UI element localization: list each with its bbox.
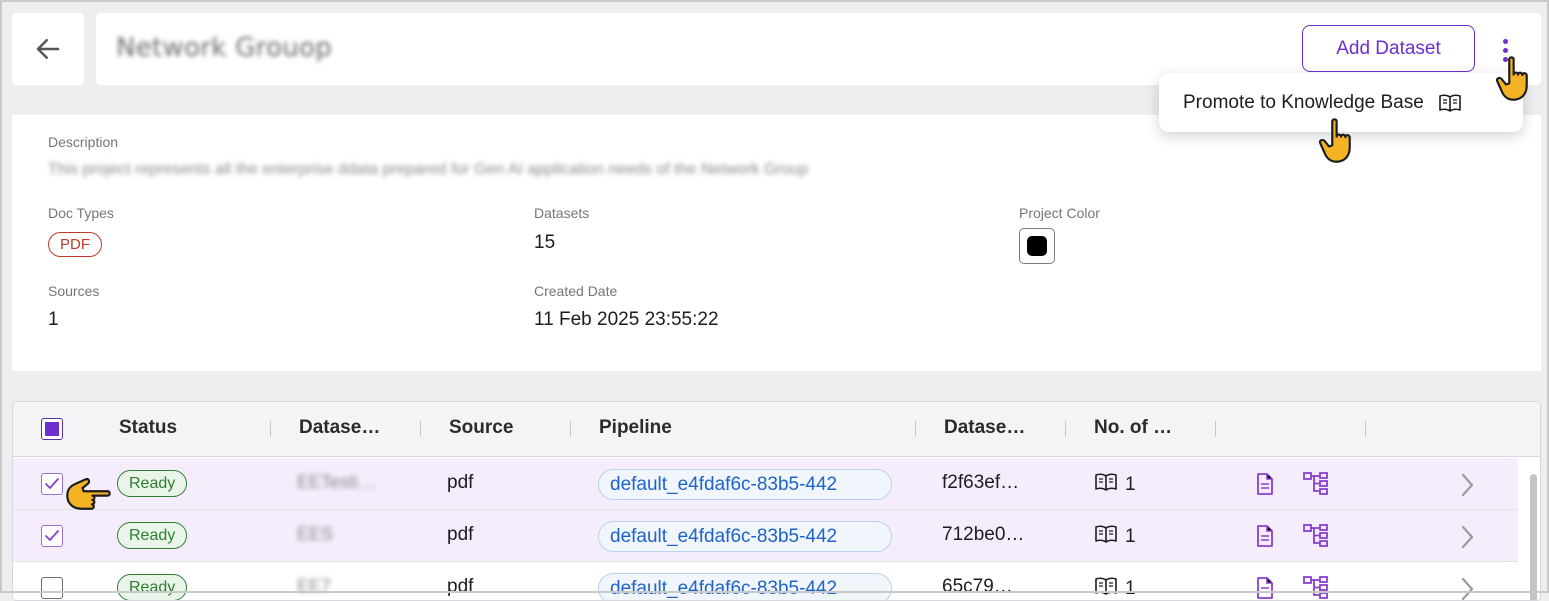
dataset-name[interactable]: EES xyxy=(297,524,333,545)
document-icon[interactable] xyxy=(1255,524,1275,552)
docs-count: 1 xyxy=(1093,576,1136,600)
select-all-checkbox[interactable] xyxy=(41,418,63,440)
book-icon xyxy=(1093,576,1119,600)
hand-pointer-icon xyxy=(66,478,111,510)
row-checkbox[interactable] xyxy=(41,473,63,495)
table-scrollbar[interactable] xyxy=(1528,458,1540,600)
hand-pointer-icon xyxy=(1496,56,1528,101)
datasets-label: Datasets xyxy=(534,205,590,221)
column-header-pipeline[interactable]: Pipeline xyxy=(599,417,672,439)
status-badge: Ready xyxy=(117,470,188,497)
row-checkbox[interactable] xyxy=(41,525,63,547)
chevron-right-icon[interactable] xyxy=(1459,472,1475,502)
hierarchy-icon[interactable] xyxy=(1303,575,1329,600)
pipeline-link[interactable]: default_e4fdaf6c-83b5-442 xyxy=(598,521,892,552)
arrow-left-icon xyxy=(36,39,60,59)
table-row[interactable]: Ready EES pdf default_e4fdaf6c-83b5-442 712b… xyxy=(13,510,1518,562)
hierarchy-icon[interactable] xyxy=(1303,523,1329,551)
book-icon xyxy=(1093,472,1119,498)
created-date-label: Created Date xyxy=(534,283,618,299)
docs-count: 1 xyxy=(1093,472,1136,498)
docs-count-value: 1 xyxy=(1125,578,1136,599)
doc-type-chip: PDF xyxy=(48,232,102,257)
page-title: Network Grouop xyxy=(116,33,333,63)
dataset-id: 712be0… xyxy=(942,524,1025,545)
chevron-right-icon[interactable] xyxy=(1459,524,1475,554)
status-badge: Ready xyxy=(117,522,188,549)
description-value: This project represents all the enterpri… xyxy=(48,161,809,178)
hierarchy-icon[interactable] xyxy=(1303,471,1329,499)
dataset-id: f2f63ef… xyxy=(942,472,1020,493)
source-cell: pdf xyxy=(447,472,474,493)
add-dataset-button[interactable]: Add Dataset xyxy=(1302,25,1475,72)
column-header-dataset-id[interactable]: Datase… xyxy=(944,417,1025,439)
source-cell: pdf xyxy=(447,524,474,545)
pipeline-link[interactable]: default_e4fdaf6c-83b5-442 xyxy=(598,469,892,500)
docs-count-value: 1 xyxy=(1125,474,1136,495)
chevron-right-icon[interactable] xyxy=(1459,576,1475,600)
dataset-name[interactable]: EE7 xyxy=(297,576,331,597)
column-header-source[interactable]: Source xyxy=(449,417,513,439)
sources-label: Sources xyxy=(48,283,100,299)
status-badge: Ready xyxy=(117,574,188,600)
column-header-status[interactable]: Status xyxy=(119,417,177,439)
pipeline-link[interactable]: default_e4fdaf6c-83b5-442 xyxy=(598,573,892,600)
dataset-id: 65c79… xyxy=(942,576,1013,597)
dataset-name[interactable]: EETesti… xyxy=(297,472,376,493)
row-checkbox[interactable] xyxy=(41,577,63,599)
docs-count: 1 xyxy=(1093,524,1136,550)
project-color-label: Project Color xyxy=(1019,205,1100,221)
project-details-panel: Description This project represents all … xyxy=(12,115,1541,371)
project-color-swatch[interactable] xyxy=(1019,228,1055,264)
datasets-table: Status Datase… Source Pipeline Datase… N… xyxy=(12,401,1541,601)
datasets-value: 15 xyxy=(534,232,556,253)
hand-pointer-icon xyxy=(1319,118,1351,163)
description-label: Description xyxy=(48,134,119,150)
column-header-dataset-name[interactable]: Datase… xyxy=(299,417,380,439)
source-cell: pdf xyxy=(447,576,474,597)
column-header-docs[interactable]: No. of … xyxy=(1094,417,1172,439)
back-button[interactable] xyxy=(12,13,84,85)
document-icon[interactable] xyxy=(1255,576,1275,600)
docs-count-value: 1 xyxy=(1125,526,1136,547)
table-header: Status Datase… Source Pipeline Datase… N… xyxy=(13,402,1540,457)
sources-value: 1 xyxy=(48,309,59,330)
book-icon xyxy=(1439,94,1461,112)
table-row[interactable]: Ready EETesti… pdf default_e4fdaf6c-83b5-44… xyxy=(13,458,1518,510)
created-date-value: 11 Feb 2025 23:55:22 xyxy=(534,309,719,330)
doc-types-label: Doc Types xyxy=(48,205,114,221)
table-row[interactable]: Ready EE7 pdf default_e4fdaf6c-83b5-442 65c7… xyxy=(13,562,1518,600)
promote-menu-label: Promote to Knowledge Base xyxy=(1183,91,1424,113)
book-icon xyxy=(1093,524,1119,550)
document-icon[interactable] xyxy=(1255,472,1275,500)
